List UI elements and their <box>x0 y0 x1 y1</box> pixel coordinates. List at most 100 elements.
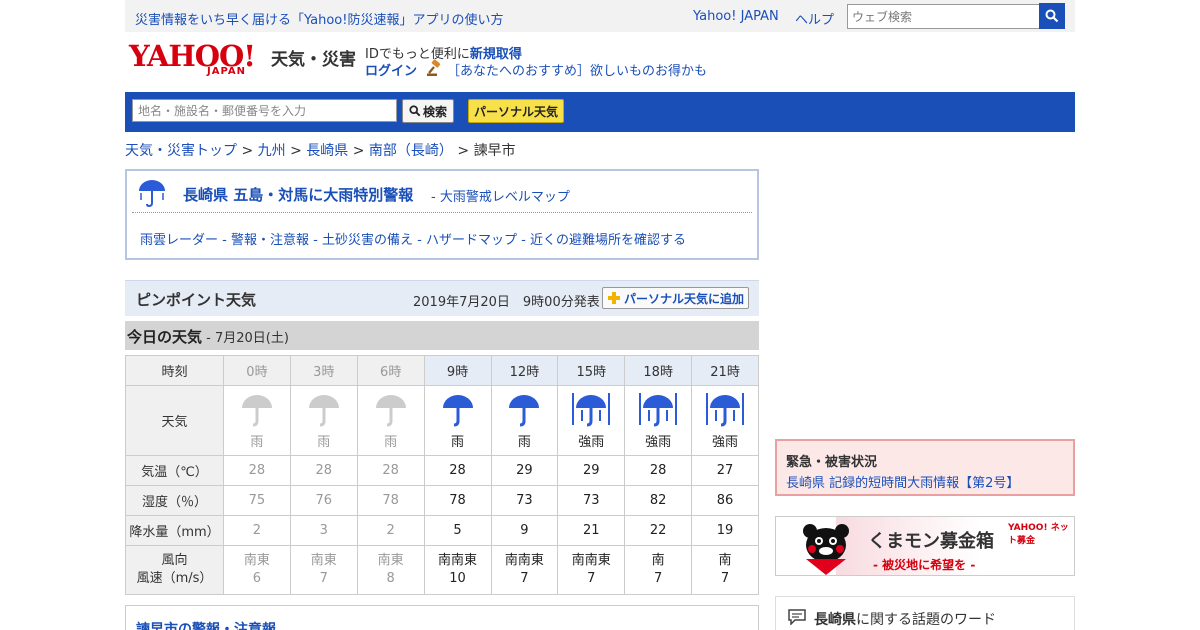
add-personal-weather-button[interactable]: パーソナル天気に追加 <box>602 287 749 309</box>
location-input[interactable] <box>132 99 397 122</box>
humidity-cell: 73 <box>490 485 559 516</box>
hourly-weather-table: 時刻 0時 3時 6時 9時 12時 15時 18時 21時 天気 雨 雨 雨 … <box>125 355 759 595</box>
recommend-link[interactable]: ［あなたへのおすすめ］欲しいものお得かも <box>447 60 707 79</box>
today-date: - 7月20日(土) <box>202 331 289 346</box>
breadcrumb-nanbu[interactable]: 南部（長崎） <box>369 143 453 159</box>
hazard-map-link[interactable]: ハザードマップ <box>426 233 517 248</box>
today-title: 今日の天気 - 7月20日(土) <box>127 328 289 346</box>
yahoo-japan-link[interactable]: Yahoo! JAPAN <box>693 9 779 24</box>
temp-cell: 27 <box>691 455 759 486</box>
top-utility-bar: 災害情報をいち早く届ける「Yahoo!防災速報」アプリの使い方 Yahoo! J… <box>125 0 1075 32</box>
warnings-link[interactable]: 警報・注意報 <box>231 233 309 248</box>
row-label: 降水量（mm） <box>125 515 224 546</box>
wind-cell: 南東 8 <box>356 545 425 595</box>
breadcrumb-kyushu[interactable]: 九州 <box>258 143 286 159</box>
kumamon-title: くまモン募金箱 <box>868 531 994 552</box>
breadcrumb-nagasaki[interactable]: 長崎県 <box>306 143 348 159</box>
weather-cell: 雨 <box>490 385 559 456</box>
heavy-rain-umbrella-icon <box>706 393 745 427</box>
weather-label: 雨 <box>517 435 531 450</box>
wind-cell: 南東 7 <box>289 545 358 595</box>
weather-label: 雨 <box>384 435 398 450</box>
add-button-label: パーソナル天気に追加 <box>623 291 744 306</box>
weather-cell: 雨 <box>423 385 492 456</box>
city-warnings-box: 諫早市の警報・注意報 <box>125 605 759 630</box>
emergency-status-box: 緊急・被害状況 長崎県 記録的短時間大雨情報【第2号】 <box>775 439 1075 496</box>
weather-label: 強雨 <box>712 435 739 450</box>
weather-label: 雨 <box>250 435 264 450</box>
shelter-link[interactable]: 近くの避難場所を確認する <box>530 233 686 248</box>
time-row: 時刻 0時 3時 6時 9時 12時 15時 18時 21時 <box>125 355 759 386</box>
kumamon-donation-banner[interactable]: くまモン募金箱 - 被災地に希望を - YAHOO! ネット募金 <box>775 516 1075 576</box>
wind-cell: 南東 6 <box>223 545 291 595</box>
landslide-link[interactable]: 土砂災害の備え <box>322 233 413 248</box>
wind-row: 風向 風速（m/s） 南東 6 南東 7 南東 8 南南東 10 南南東 7 南南東 7 南7… <box>125 545 759 595</box>
hour-cell: 18時 <box>624 355 693 386</box>
rain-radar-link[interactable]: 雨雲レーダー <box>140 233 218 248</box>
hour-cell: 6時 <box>356 355 425 386</box>
weather-label: 強雨 <box>645 435 672 450</box>
heavy-rain-umbrella-icon <box>639 393 678 427</box>
weather-label: 雨 <box>317 435 331 450</box>
weather-cell: 強雨 <box>624 385 693 456</box>
web-search-input[interactable] <box>847 4 1040 29</box>
trending-topics-box: 長崎県に関する話題のワード <box>775 596 1075 630</box>
humidity-row: 湿度（％） 75 76 78 78 73 73 82 86 <box>125 485 759 516</box>
today-header: 今日の天気 - 7月20日(土) <box>125 321 759 350</box>
special-warning-box: 長崎県 五島・対馬に大雨特別警報 - 大雨警戒レベルマップ 雨雲レーダー - 警… <box>125 169 759 260</box>
row-label: 湿度（％） <box>125 485 224 516</box>
rain-umbrella-icon <box>308 395 339 427</box>
wind-cell: 南7 <box>624 545 693 595</box>
logo-sub: JAPAN <box>207 66 246 77</box>
help-link[interactable]: ヘルプ <box>795 9 834 28</box>
temp-cell: 28 <box>356 455 425 486</box>
dotted-divider <box>132 212 752 213</box>
emergency-title: 緊急・被害状況 <box>786 455 878 470</box>
weather-cell: 雨 <box>356 385 425 456</box>
hour-cell: 21時 <box>691 355 759 386</box>
location-search-button[interactable]: 検索 <box>402 99 454 123</box>
humidity-cell: 78 <box>356 485 425 516</box>
weather-cell: 雨 <box>289 385 358 456</box>
yahoo-logo[interactable]: YAHOO! JAPAN <box>129 40 269 80</box>
wind-cell: 南南東 7 <box>557 545 626 595</box>
hour-cell: 9時 <box>423 355 492 386</box>
personal-weather-button[interactable]: パーソナル天気 <box>468 99 564 123</box>
temp-cell: 29 <box>557 455 626 486</box>
web-search-button[interactable] <box>1039 3 1065 29</box>
heavy-rain-umbrella-icon <box>139 180 165 208</box>
humidity-cell: 75 <box>223 485 291 516</box>
hour-cell: 15時 <box>557 355 626 386</box>
service-name: 天気・災害 <box>271 50 356 70</box>
row-label: 風向 風速（m/s） <box>125 545 224 595</box>
weather-cell: 強雨 <box>557 385 626 456</box>
bousai-app-notice-link[interactable]: 災害情報をいち早く届ける「Yahoo!防災速報」アプリの使い方 <box>135 9 503 28</box>
weather-cell: 雨 <box>223 385 291 456</box>
kumamon-subtitle: - 被災地に希望を - <box>873 558 976 572</box>
search-button-label: 検索 <box>422 104 447 119</box>
precip-cell: 3 <box>289 515 358 546</box>
precip-cell: 5 <box>423 515 492 546</box>
precip-cell: 21 <box>557 515 626 546</box>
plus-icon <box>607 292 620 304</box>
search-icon <box>1045 9 1059 23</box>
breadcrumb-top[interactable]: 天気・災害トップ <box>125 143 237 159</box>
auction-gavel-icon <box>427 59 441 76</box>
search-icon <box>409 105 421 117</box>
special-warning-headline[interactable]: 長崎県 五島・対馬に大雨特別警報 <box>183 184 413 205</box>
emergency-link[interactable]: 長崎県 記録的短時間大雨情報【第2号】 <box>786 472 1019 491</box>
breadcrumb-current: 諫早市 <box>473 143 516 159</box>
city-warnings-title[interactable]: 諫早市の警報・注意報 <box>136 619 276 630</box>
humidity-cell: 86 <box>691 485 759 516</box>
rain-umbrella-icon <box>509 395 540 427</box>
humidity-cell: 76 <box>289 485 358 516</box>
topics-title: 長崎県に関する話題のワード <box>814 612 996 628</box>
precip-cell: 2 <box>356 515 425 546</box>
login-link[interactable]: ログイン <box>365 64 417 79</box>
rain-level-map-link[interactable]: - 大雨警戒レベルマップ <box>431 186 570 205</box>
precip-cell: 19 <box>691 515 759 546</box>
login-wrap: ログイン <box>365 60 417 79</box>
rain-umbrella-icon <box>375 395 406 427</box>
temp-cell: 28 <box>423 455 492 486</box>
weather-label: 強雨 <box>578 435 605 450</box>
